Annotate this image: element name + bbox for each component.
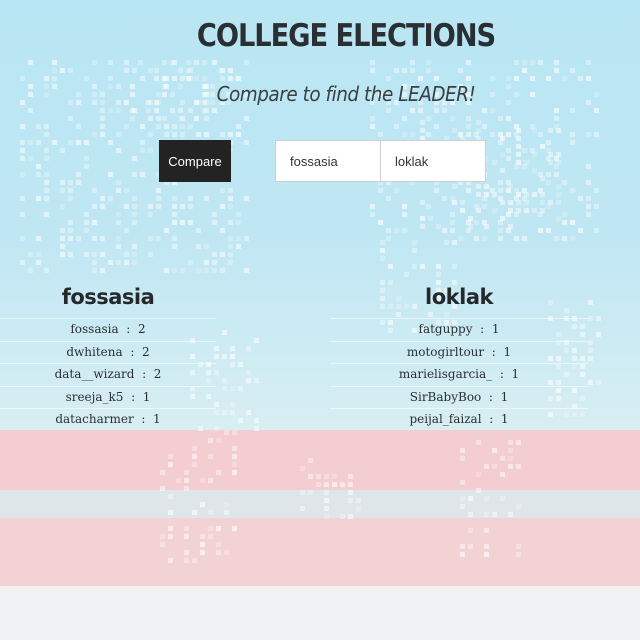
row-count: 2	[142, 344, 150, 359]
list-item: peijal_faizal : 1	[330, 408, 588, 431]
row-count: 1	[142, 389, 151, 404]
row-name: marielisgarcia_	[398, 367, 493, 381]
right-results-column: loklak fatguppy : 1 motogirltour : 1 mar…	[330, 282, 588, 431]
row-count: 1	[491, 322, 500, 336]
row-name: datacharmer	[55, 412, 134, 426]
first-name-input[interactable]	[275, 140, 381, 182]
row-name: peijal_faizal	[409, 412, 482, 426]
row-name: sreeja_k5	[65, 389, 124, 404]
row-separator: :	[130, 344, 135, 359]
row-separator: :	[131, 389, 136, 404]
row-separator: :	[499, 367, 504, 381]
page-subtitle: Compare to find the LEADER!	[216, 82, 476, 106]
row-separator: :	[480, 322, 485, 336]
list-item: fatguppy : 1	[330, 318, 588, 341]
row-count: 1	[500, 389, 509, 404]
list-item: SirBabyBoo : 1	[330, 385, 588, 409]
right-results-title: loklak	[425, 285, 493, 309]
row-separator: :	[126, 322, 131, 336]
row-separator: :	[489, 412, 494, 426]
page-content: COLLEGE ELECTIONS Compare to find the LE…	[0, 0, 640, 640]
list-item: fossasia : 2	[0, 318, 216, 341]
row-separator: :	[491, 344, 496, 359]
row-count: 1	[153, 412, 161, 426]
row-name: data__wizard	[54, 367, 135, 381]
list-item: datacharmer : 1	[0, 408, 216, 431]
row-count: 2	[137, 322, 146, 336]
row-name: SirBabyBoo	[409, 389, 482, 404]
row-count: 1	[500, 412, 509, 426]
row-name: fatguppy	[418, 322, 473, 336]
list-item: marielisgarcia_ : 1	[330, 363, 588, 386]
row-name: motogirltour	[406, 344, 485, 359]
row-separator: :	[141, 412, 146, 426]
row-separator: :	[488, 389, 493, 404]
row-count: 2	[153, 367, 162, 381]
left-results-title: fossasia	[61, 285, 155, 309]
row-separator: :	[142, 367, 147, 381]
row-name: dwhitena	[66, 344, 123, 359]
row-count: 1	[503, 344, 512, 359]
list-item: motogirltour : 1	[330, 340, 588, 364]
compare-button[interactable]: Compare	[159, 140, 231, 182]
second-name-input[interactable]	[380, 140, 486, 182]
left-results-column: fossasia fossasia : 2 dwhitena : 2 data_…	[0, 282, 216, 431]
row-count: 1	[511, 367, 520, 381]
list-item: sreeja_k5 : 1	[0, 385, 216, 409]
list-item: dwhitena : 2	[0, 340, 216, 364]
row-name: fossasia	[70, 322, 119, 336]
page-title: COLLEGE ELECTIONS	[196, 18, 496, 54]
list-item: data__wizard : 2	[0, 363, 216, 386]
